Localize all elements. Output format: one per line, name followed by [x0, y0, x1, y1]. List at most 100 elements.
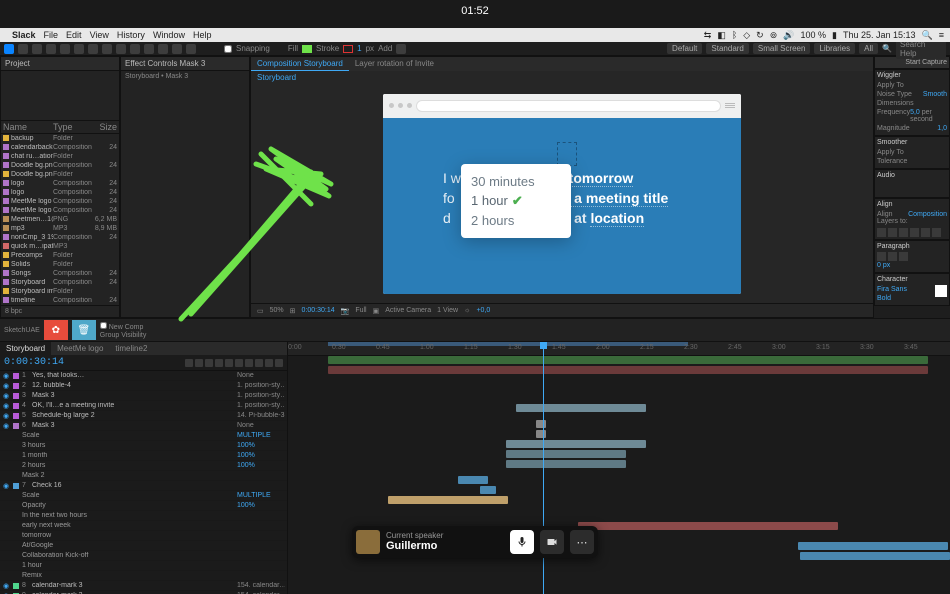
- project-item[interactable]: SongsComposition24: [1, 269, 119, 278]
- clock[interactable]: Thu 25. Jan 15:13: [843, 30, 916, 40]
- visibility-toggle-icon[interactable]: ◉: [2, 582, 10, 590]
- label-color-swatch[interactable]: [13, 483, 19, 489]
- tl-icon[interactable]: [235, 359, 243, 367]
- asset-thumbnail-b[interactable]: 🗑: [72, 320, 96, 340]
- dropbox-icon[interactable]: ◇: [743, 30, 750, 41]
- effect-controls-header[interactable]: Effect Controls Mask 3: [121, 57, 249, 71]
- visibility-toggle-icon[interactable]: ◉: [2, 382, 10, 390]
- comp-tab-storyboard[interactable]: Composition Storyboard: [251, 57, 349, 71]
- battery-icon[interactable]: ▮: [832, 30, 837, 41]
- visibility-toggle-icon[interactable]: ◉: [2, 372, 10, 380]
- project-item[interactable]: logoComposition24: [1, 179, 119, 188]
- wiggler-noise-value[interactable]: Smooth: [923, 91, 947, 98]
- tl-tab-meetme[interactable]: MeetMe logo: [51, 342, 109, 355]
- menu-file[interactable]: File: [44, 30, 59, 40]
- bluetooth-icon[interactable]: ᛒ: [732, 30, 737, 40]
- type-tool-icon[interactable]: [116, 44, 126, 54]
- menu-view[interactable]: View: [90, 30, 109, 40]
- tl-tab-storyboard[interactable]: Storyboard: [0, 342, 51, 355]
- mic-button[interactable]: [510, 530, 534, 554]
- stroke-width[interactable]: 1: [357, 44, 361, 53]
- menu-history[interactable]: History: [117, 30, 145, 40]
- para-indent[interactable]: 0 px: [877, 262, 890, 269]
- col-size[interactable]: Size: [93, 122, 117, 132]
- dropdown-option-30min[interactable]: 30 minutes: [471, 172, 561, 191]
- project-item-list[interactable]: backupFoldercalendarbackgroundCompositio…: [1, 134, 119, 305]
- region-icon[interactable]: ▣: [373, 307, 380, 315]
- layer-property-row[interactable]: early next week: [0, 521, 287, 531]
- speaker-avatar[interactable]: [356, 530, 380, 554]
- zoom-tool-icon[interactable]: [32, 44, 42, 54]
- exposure-value[interactable]: +0,0: [476, 307, 490, 314]
- brush-tool-icon[interactable]: [130, 44, 140, 54]
- layer-property-row[interactable]: Opacity100%: [0, 501, 287, 511]
- grid-icon[interactable]: ⊞: [290, 307, 296, 315]
- tl-icon[interactable]: [245, 359, 253, 367]
- rotate-tool-icon[interactable]: [46, 44, 56, 54]
- col-name[interactable]: Name: [3, 122, 53, 132]
- tl-icon[interactable]: [195, 359, 203, 367]
- character-font[interactable]: Fira Sans: [877, 286, 907, 293]
- timeline-clip[interactable]: [328, 366, 928, 374]
- selection-tool-icon[interactable]: [4, 44, 14, 54]
- workspace-standard[interactable]: Standard: [706, 43, 748, 54]
- layer-property-row[interactable]: Collaboration Kick-off: [0, 551, 287, 561]
- workspace-small[interactable]: Small Screen: [753, 43, 811, 54]
- timeline-clip[interactable]: [506, 450, 626, 458]
- status-icon[interactable]: ◧: [717, 30, 726, 41]
- layer-row[interactable]: ◉3Mask 31. position-sty…: [0, 391, 287, 401]
- exposure-icon[interactable]: ☼: [464, 307, 470, 314]
- wifi-icon[interactable]: ⊚: [770, 30, 778, 41]
- layer-parent[interactable]: 154. calendar…: [237, 582, 285, 589]
- comp-breadcrumb[interactable]: Storyboard: [251, 71, 873, 84]
- app-name[interactable]: Slack: [12, 30, 36, 40]
- resolution-value[interactable]: Full: [355, 307, 366, 314]
- layer-row[interactable]: ◉1Yes, that looks…None: [0, 371, 287, 381]
- visibility-toggle-icon[interactable]: ◉: [2, 422, 10, 430]
- camera-tool-icon[interactable]: [60, 44, 70, 54]
- visibility-toggle-icon[interactable]: ◉: [2, 402, 10, 410]
- project-item[interactable]: SolidsFolder: [1, 260, 119, 269]
- eraser-tool-icon[interactable]: [158, 44, 168, 54]
- project-item[interactable]: MeetMe logoComposition24: [1, 197, 119, 206]
- tl-icon[interactable]: [205, 359, 213, 367]
- timeline-clip[interactable]: [536, 430, 546, 438]
- layer-property-row[interactable]: 1 month100%: [0, 451, 287, 461]
- layer-property-row[interactable]: tomorrow: [0, 531, 287, 541]
- para-center-icon[interactable]: [888, 252, 897, 261]
- tl-icon[interactable]: [215, 359, 223, 367]
- volume-icon[interactable]: 🔊: [783, 30, 794, 41]
- menu-window[interactable]: Window: [153, 30, 185, 40]
- composition-viewer[interactable]: I w tomorrow fo e a meeting title d rs a…: [251, 84, 873, 303]
- fill-color-swatch[interactable]: [302, 45, 312, 53]
- col-type[interactable]: Type: [53, 122, 93, 132]
- project-item[interactable]: Doodle bg.pngFolder: [1, 170, 119, 179]
- layer-row[interactable]: ◉8calendar-mark 3154. calendar…: [0, 581, 287, 591]
- tl-icon[interactable]: [275, 359, 283, 367]
- notifications-icon[interactable]: ≡: [939, 30, 944, 40]
- project-item[interactable]: logoComposition24: [1, 188, 119, 197]
- spotlight-icon[interactable]: 🔍: [922, 30, 933, 41]
- timeline-clip[interactable]: [388, 496, 508, 504]
- tl-tab-timeline2[interactable]: timeline2: [109, 342, 153, 355]
- comp-tab-layer[interactable]: Layer rotation of Invite: [349, 57, 440, 71]
- timeline-clip[interactable]: [506, 440, 646, 448]
- timeline-clip[interactable]: [506, 460, 626, 468]
- roto-tool-icon[interactable]: [172, 44, 182, 54]
- layer-property-row[interactable]: At/Google: [0, 541, 287, 551]
- clone-tool-icon[interactable]: [144, 44, 154, 54]
- layer-parent[interactable]: 1. position-sty…: [237, 392, 285, 399]
- property-value[interactable]: MULTIPLE: [237, 492, 285, 499]
- view-count[interactable]: 1 View: [437, 307, 458, 314]
- timeline-timecode[interactable]: 0:00:30:14: [4, 357, 64, 368]
- layer-parent[interactable]: 14. Pi-bubble-3: [237, 412, 285, 419]
- project-item[interactable]: chat ru…ation.mp3Folder: [1, 152, 119, 161]
- layer-parent[interactable]: None: [237, 372, 285, 379]
- stroke-color-swatch[interactable]: [343, 45, 353, 53]
- pan-behind-tool-icon[interactable]: [74, 44, 84, 54]
- timeline-clip[interactable]: [536, 420, 546, 428]
- align-left-icon[interactable]: [877, 228, 886, 237]
- layer-parent[interactable]: None: [237, 422, 285, 429]
- timeline-ruler[interactable]: 0:000:300:451:001:151:301:452:002:152:30…: [288, 342, 950, 356]
- shape-tool-icon[interactable]: [88, 44, 98, 54]
